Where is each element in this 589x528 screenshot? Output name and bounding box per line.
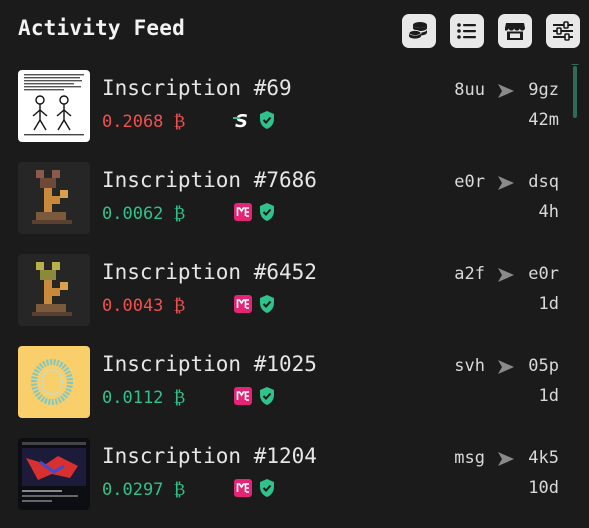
shield-check-icon (260, 479, 274, 497)
activity-row[interactable]: Inscription #69 0.2068 ₿ S 8uu 9gz 42m (0, 64, 570, 156)
magic-eden-icon[interactable] (233, 478, 253, 498)
inscription-name[interactable]: Inscription #1204 (102, 444, 317, 468)
activity-row[interactable]: Inscription #1204 0.0297 ₿ msg 4k5 10d (0, 432, 570, 524)
inscription-thumbnail[interactable] (18, 346, 90, 418)
inscription-thumbnail[interactable] (18, 70, 90, 142)
inscription-thumbnail[interactable] (18, 254, 90, 326)
activity-row[interactable]: Inscription #1025 0.0112 ₿ svh 05p 1d (0, 340, 570, 432)
scrollbar-thumb[interactable] (573, 66, 577, 118)
activity-row[interactable]: Inscription #7686 0.0062 ₿ e0r dsq 4h (0, 156, 570, 248)
elapsed-time: 10d (528, 478, 559, 498)
arrow-right-icon (498, 360, 514, 374)
elapsed-time: 1d (538, 294, 559, 314)
inscription-thumbnail[interactable] (18, 438, 90, 510)
coins-filter-button[interactable] (402, 14, 436, 48)
elapsed-time: 1d (538, 386, 559, 406)
activity-feed-list[interactable]: Inscription #69 0.2068 ₿ S 8uu 9gz 42m I… (0, 64, 589, 528)
scroll-up-arrow[interactable] (571, 64, 579, 65)
sliders-icon (553, 21, 573, 41)
inscription-thumbnail[interactable] (18, 162, 90, 234)
sale-price: 0.2068 ₿ (102, 112, 186, 132)
sale-price: 0.0043 ₿ (102, 296, 186, 316)
page-title: Activity Feed (18, 16, 185, 40)
arrow-right-icon (498, 452, 514, 466)
shield-check-icon (260, 295, 274, 313)
arrow-right-icon (498, 176, 514, 190)
elapsed-time: 4h (538, 202, 559, 222)
inscription-name[interactable]: Inscription #69 (102, 76, 292, 100)
to-address[interactable]: 4k5 (528, 448, 559, 468)
to-address[interactable]: 9gz (528, 80, 559, 100)
from-address[interactable]: a2f (454, 264, 485, 284)
shield-check-icon (260, 203, 274, 221)
inscription-name[interactable]: Inscription #1025 (102, 352, 317, 376)
to-address[interactable]: dsq (528, 172, 559, 192)
sale-price: 0.0297 ₿ (102, 480, 186, 500)
list-icon (457, 23, 476, 39)
magic-eden-icon[interactable] (233, 386, 253, 406)
from-address[interactable]: svh (454, 356, 485, 376)
filter-settings-button[interactable] (546, 14, 580, 48)
sale-price: 0.0112 ₿ (102, 388, 186, 408)
list-view-button[interactable] (450, 14, 484, 48)
coins-icon (408, 22, 427, 39)
inscription-name[interactable]: Inscription #6452 (102, 260, 317, 284)
magic-eden-icon[interactable] (233, 202, 253, 222)
from-address[interactable]: msg (454, 448, 485, 468)
shield-check-icon (260, 387, 274, 405)
elapsed-time: 42m (528, 110, 559, 130)
svg-text:S: S (235, 111, 248, 130)
to-address[interactable]: 05p (528, 356, 559, 376)
arrow-right-icon (498, 268, 514, 282)
marketplace-button[interactable] (498, 14, 532, 48)
activity-row[interactable]: Inscription #6452 0.0043 ₿ a2f e0r 1d (0, 248, 570, 340)
from-address[interactable]: e0r (454, 172, 485, 192)
inscription-name[interactable]: Inscription #7686 (102, 168, 317, 192)
from-address[interactable]: 8uu (454, 80, 485, 100)
s-marketplace-icon[interactable]: S (233, 110, 253, 130)
shield-check-icon (260, 111, 274, 129)
feed-header: Activity Feed (0, 0, 589, 64)
to-address[interactable]: e0r (528, 264, 559, 284)
magic-eden-icon[interactable] (233, 294, 253, 314)
arrow-right-icon (498, 84, 514, 98)
sale-price: 0.0062 ₿ (102, 204, 186, 224)
store-icon (504, 23, 525, 40)
